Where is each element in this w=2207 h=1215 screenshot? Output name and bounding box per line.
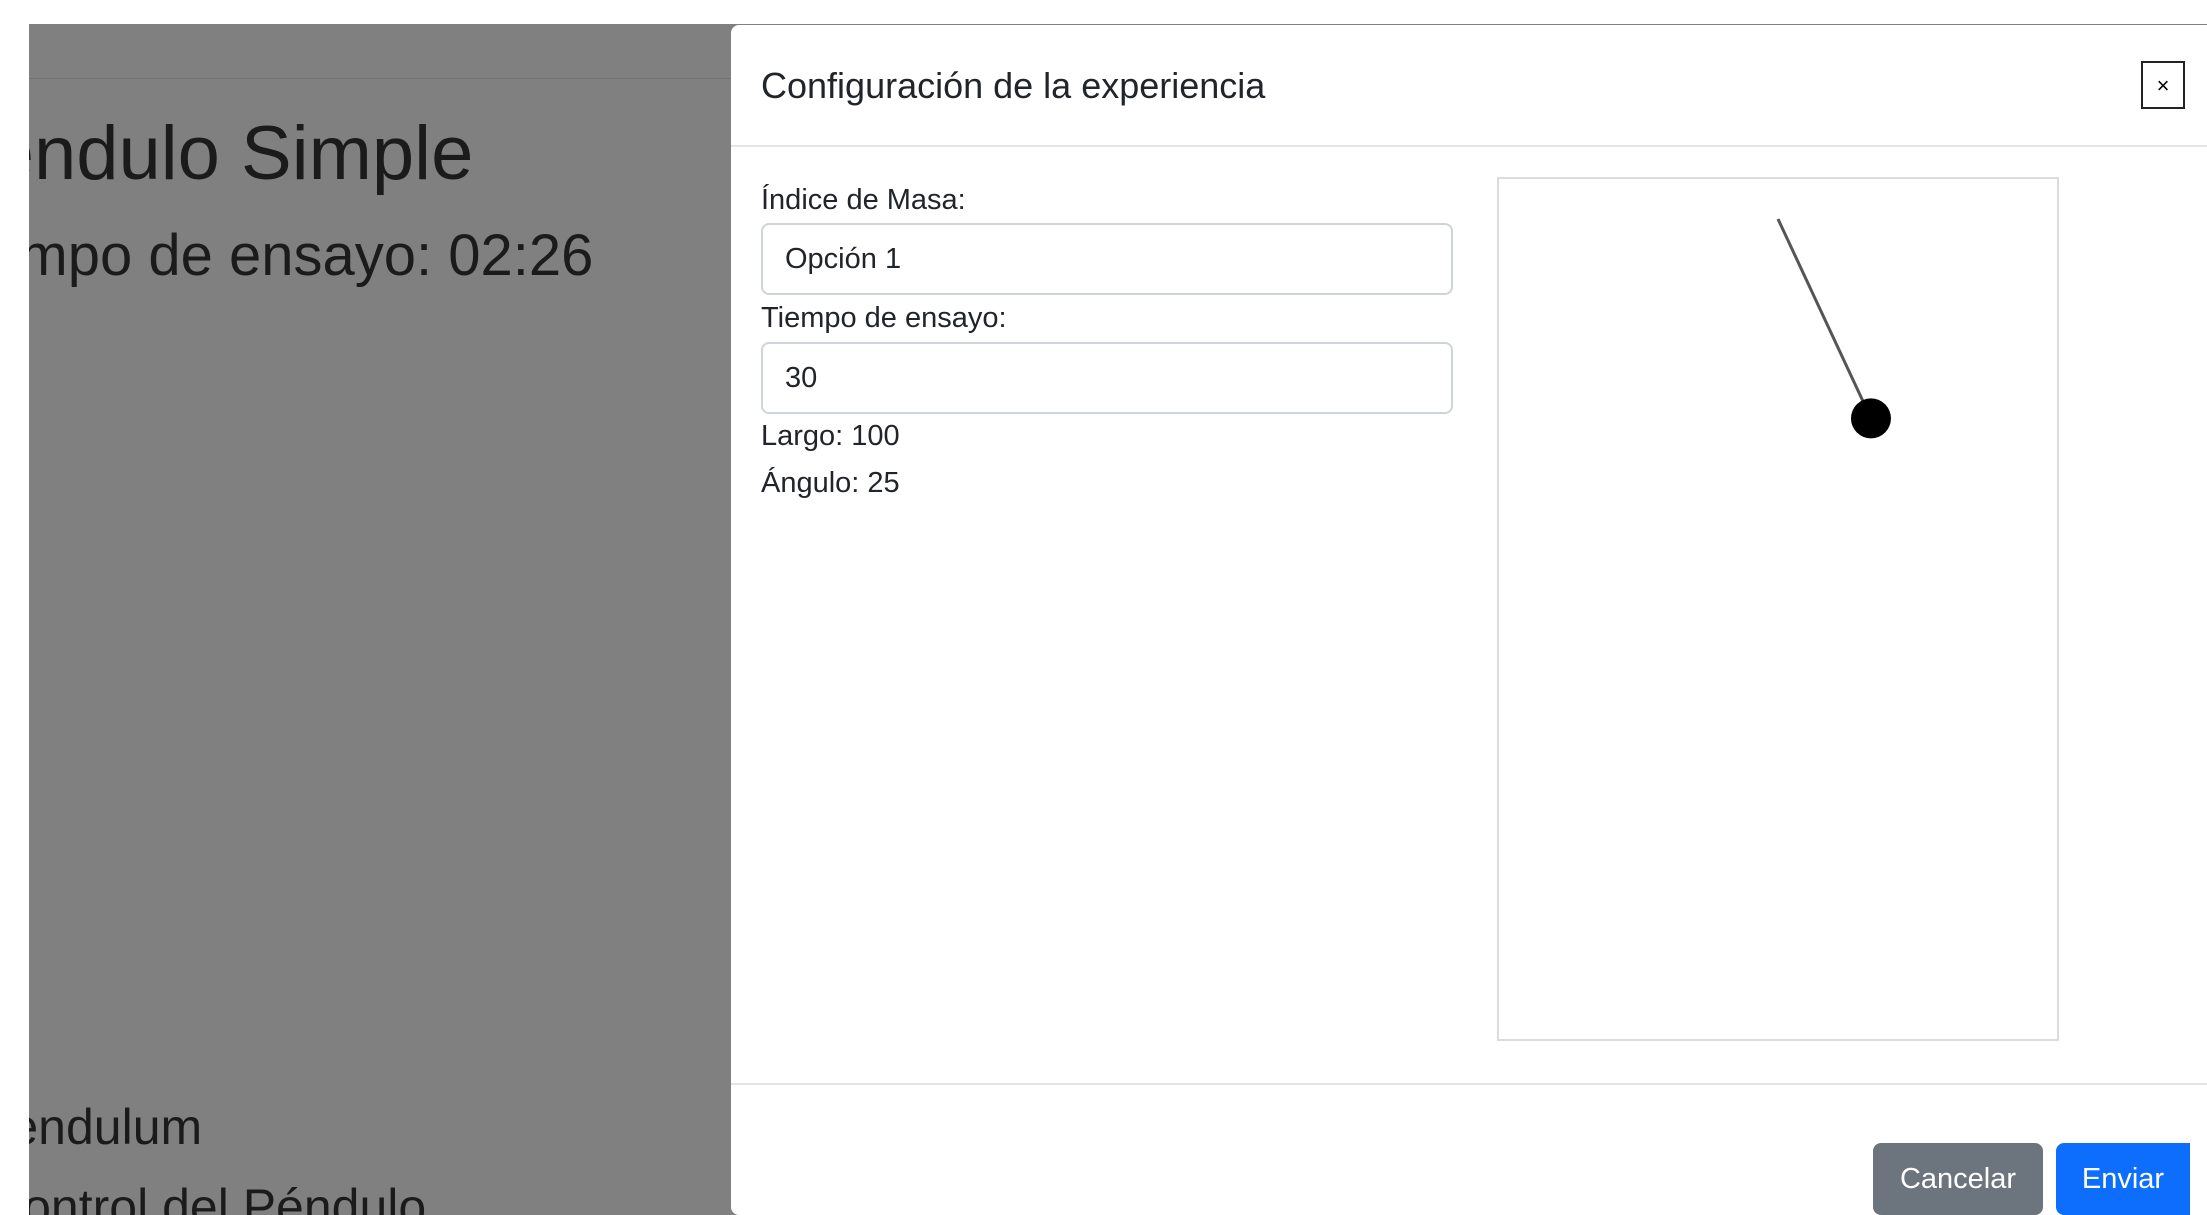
close-button[interactable]: × <box>2141 61 2185 109</box>
modal-header: Configuración de la experiencia × <box>731 25 2207 147</box>
page-divider <box>29 78 749 79</box>
pendulum-rod <box>1776 218 1873 420</box>
time-label: Tiempo de ensayo: <box>761 302 1007 334</box>
modal-title: Configuración de la experiencia <box>761 65 1266 106</box>
cancel-button[interactable]: Cancelar <box>1873 1143 2043 1215</box>
config-modal: Configuración de la experiencia × Índice… <box>731 25 2207 1215</box>
nav-link-pendulum[interactable]: Pendulum <box>29 1102 202 1152</box>
pendulum-drawing <box>1776 218 1891 439</box>
length-text: Largo: 100 <box>761 420 900 452</box>
modal-footer: Cancelar Enviar <box>731 1083 2207 1215</box>
mass-input[interactable] <box>761 223 1453 295</box>
timer-text: Tiempo de ensayo: 02:26 <box>29 223 594 288</box>
time-input[interactable] <box>761 342 1453 414</box>
pendulum-bob <box>1850 398 1891 439</box>
page-title: Péndulo Simple <box>29 111 474 196</box>
pendulum-canvas <box>1497 177 2059 1041</box>
send-button[interactable]: Enviar <box>2056 1143 2190 1215</box>
mass-label: Índice de Masa: <box>761 184 966 216</box>
nav-link-control[interactable]: Control del Péndulo <box>29 1182 426 1215</box>
angle-text: Ángulo: 25 <box>761 467 900 499</box>
